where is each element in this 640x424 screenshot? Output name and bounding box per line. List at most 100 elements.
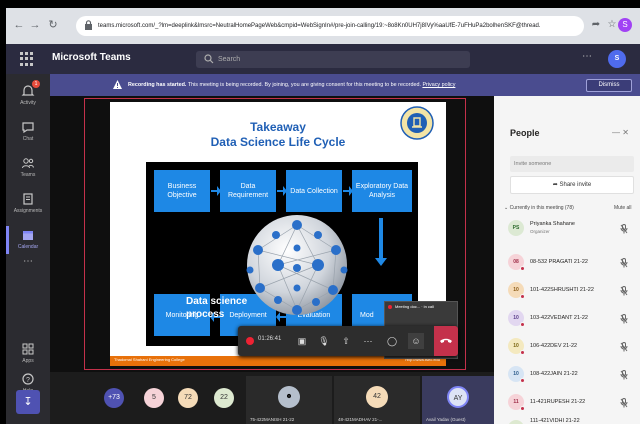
user-avatar[interactable]: S <box>608 50 626 68</box>
share-invite-label: Share invite <box>559 182 592 188</box>
camera-icon[interactable]: ▣ <box>294 333 310 349</box>
mic-muted-icon[interactable] <box>620 286 628 296</box>
participant-count-badge[interactable]: 72 <box>178 388 198 408</box>
participant-tile[interactable]: AY Avail Yadav (Guest) <box>422 376 494 424</box>
mic-muted-icon[interactable] <box>620 398 628 408</box>
participant-photo-avatar: ☻ <box>278 386 300 408</box>
share-icon[interactable]: ➦ <box>588 17 604 33</box>
rail-more[interactable]: ⋯ <box>6 254 50 274</box>
slide-title: Takeaway <box>250 120 306 134</box>
presence-dot-icon <box>520 294 525 299</box>
share-invite-button[interactable]: ➦ Share invite <box>510 176 634 194</box>
participant-name: 111-421VIDHI 21-22 <box>530 418 580 424</box>
rail-label: Chat <box>22 136 34 142</box>
record-dot-icon <box>388 305 392 309</box>
download-icon[interactable]: ↧ <box>16 390 40 414</box>
people-title: People <box>510 128 540 138</box>
dismiss-button[interactable]: Dismiss <box>586 79 632 92</box>
mic-muted-icon[interactable] <box>620 342 628 352</box>
rail-label: Assignments <box>13 208 43 214</box>
mic-muted-icon[interactable] <box>620 258 628 268</box>
in-meeting-header[interactable]: ⌄ Currently in this meeting (78) <box>504 205 574 211</box>
presence-dot-icon <box>520 350 525 355</box>
participant-row[interactable]: 11 11-421RUPESH 21-22 <box>504 390 638 416</box>
teams-header: Microsoft Teams Search ⋯ S <box>6 44 640 74</box>
microphone-icon[interactable]: 🎙 <box>316 333 332 349</box>
more-options-icon[interactable]: ⋯ <box>582 51 592 62</box>
mute-all-link[interactable]: Mute all <box>614 205 632 211</box>
rail-activity[interactable]: 1 Activity <box>6 78 50 116</box>
address-bar[interactable]: teams.microsoft.com/_?lm=deeplink&lmsrc=… <box>76 16 584 36</box>
overflow-count[interactable]: +73 <box>104 388 124 408</box>
back-icon[interactable]: ← <box>12 18 26 32</box>
participant-row[interactable]: 10 103-422VEDANT 21-22 <box>504 306 638 332</box>
banner-message: This meeting is being recorded. By joini… <box>186 82 421 88</box>
call-controls: 01:26:41 ▣ 🎙 ⇧ ⋯ ◯ ☺ <box>238 326 458 356</box>
presence-dot-icon <box>520 378 525 383</box>
participant-avatar: 42 <box>366 386 388 408</box>
chat-toggle-icon[interactable]: ◯ <box>384 333 400 349</box>
forward-icon[interactable]: → <box>28 18 42 32</box>
presence-dot-icon <box>520 406 525 411</box>
participant-count-badge[interactable]: 5 <box>144 388 164 408</box>
activity-badge: 1 <box>32 80 40 88</box>
college-logo-icon <box>400 106 434 140</box>
rail-chat[interactable]: Chat <box>6 114 50 152</box>
participant-tile-name: Avail Yadav (Guest) <box>426 417 466 422</box>
panel-window-icons[interactable]: — ✕ <box>612 128 629 137</box>
footer-left: Thadomal Shahani Engineering College <box>114 357 185 362</box>
rail-help[interactable]: ? Help <box>6 366 50 394</box>
mic-muted-icon[interactable] <box>620 370 628 380</box>
mic-muted-icon[interactable] <box>620 314 628 324</box>
lock-icon <box>85 20 92 30</box>
search-input[interactable]: Search <box>196 51 470 68</box>
recording-indicator-icon <box>246 337 254 345</box>
mic-muted-icon[interactable] <box>620 224 628 234</box>
profile-avatar[interactable]: S <box>618 18 632 32</box>
participant-count-badge[interactable]: 22 <box>214 388 234 408</box>
leave-call-button[interactable] <box>434 326 458 356</box>
participant-row[interactable]: 10 101-422SHRUSHTI 21-22 <box>504 278 638 304</box>
assignments-icon <box>23 193 33 205</box>
apps-icon <box>22 343 34 355</box>
people-panel: People — ✕ Invite someone ➦ Share invite… <box>494 96 640 424</box>
banner-text: Recording has started. This meeting is b… <box>128 74 455 96</box>
url-text: teams.microsoft.com/_?lm=deeplink&lmsrc=… <box>98 23 541 29</box>
browser-toolbar: ← → ↻ teams.microsoft.com/_?lm=deeplink&… <box>6 8 640 44</box>
participant-tile[interactable]: 42 48-421MADHAV 21-... <box>334 376 420 424</box>
warning-icon <box>113 80 122 89</box>
app-launcher-icon[interactable] <box>20 52 34 66</box>
share-invite-icon: ➦ <box>552 182 558 188</box>
participant-row[interactable]: 10 106-422DEV 21-22 <box>504 334 638 360</box>
chat-icon <box>22 122 34 134</box>
participant-row[interactable]: PS Priyanka Shahane Organizer <box>504 216 638 242</box>
search-placeholder: Search <box>218 56 241 63</box>
participant-avatar: 11 <box>508 420 524 424</box>
participant-name: 08-532 PRAGATI 21-22 <box>530 259 588 265</box>
share-screen-icon[interactable]: ⇧ <box>338 333 354 349</box>
participant-name: Priyanka Shahane <box>530 221 575 227</box>
participant-row[interactable]: 11 111-421VIDHI 21-22 <box>504 416 638 424</box>
banner-title: Recording has started. <box>128 82 187 88</box>
help-icon: ? <box>22 373 34 385</box>
participant-row[interactable]: 08 08-532 PRAGATI 21-22 <box>504 250 638 276</box>
invite-input[interactable]: Invite someone <box>510 156 634 172</box>
more-icon: ⋯ <box>23 256 33 267</box>
center-text-2: process <box>186 309 225 320</box>
rail-teams[interactable]: Teams <box>6 150 50 188</box>
presence-dot-icon <box>520 322 525 327</box>
participants-toggle-icon[interactable]: ☺ <box>408 333 424 349</box>
participant-name: 108-422JAIN 21-22 <box>530 371 578 377</box>
rail-label: Teams <box>20 172 36 178</box>
reload-icon[interactable]: ↻ <box>46 18 60 32</box>
participant-tile[interactable]: ☻ 75-422MANISH 21-22 <box>246 376 332 424</box>
rail-assignments[interactable]: Assignments <box>6 186 50 224</box>
participant-row[interactable]: 10 108-422JAIN 21-22 <box>504 362 638 388</box>
participant-tile-name: 48-421MADHAV 21-... <box>338 417 383 422</box>
hang-up-icon <box>440 338 452 343</box>
more-actions-icon[interactable]: ⋯ <box>360 333 376 349</box>
calendar-icon <box>23 231 33 240</box>
participant-name: 106-422DEV 21-22 <box>530 343 578 349</box>
meeting-stage: Takeaway Data Science Life Cycle Busines… <box>50 96 494 372</box>
privacy-policy-link[interactable]: Privacy policy <box>422 82 455 88</box>
